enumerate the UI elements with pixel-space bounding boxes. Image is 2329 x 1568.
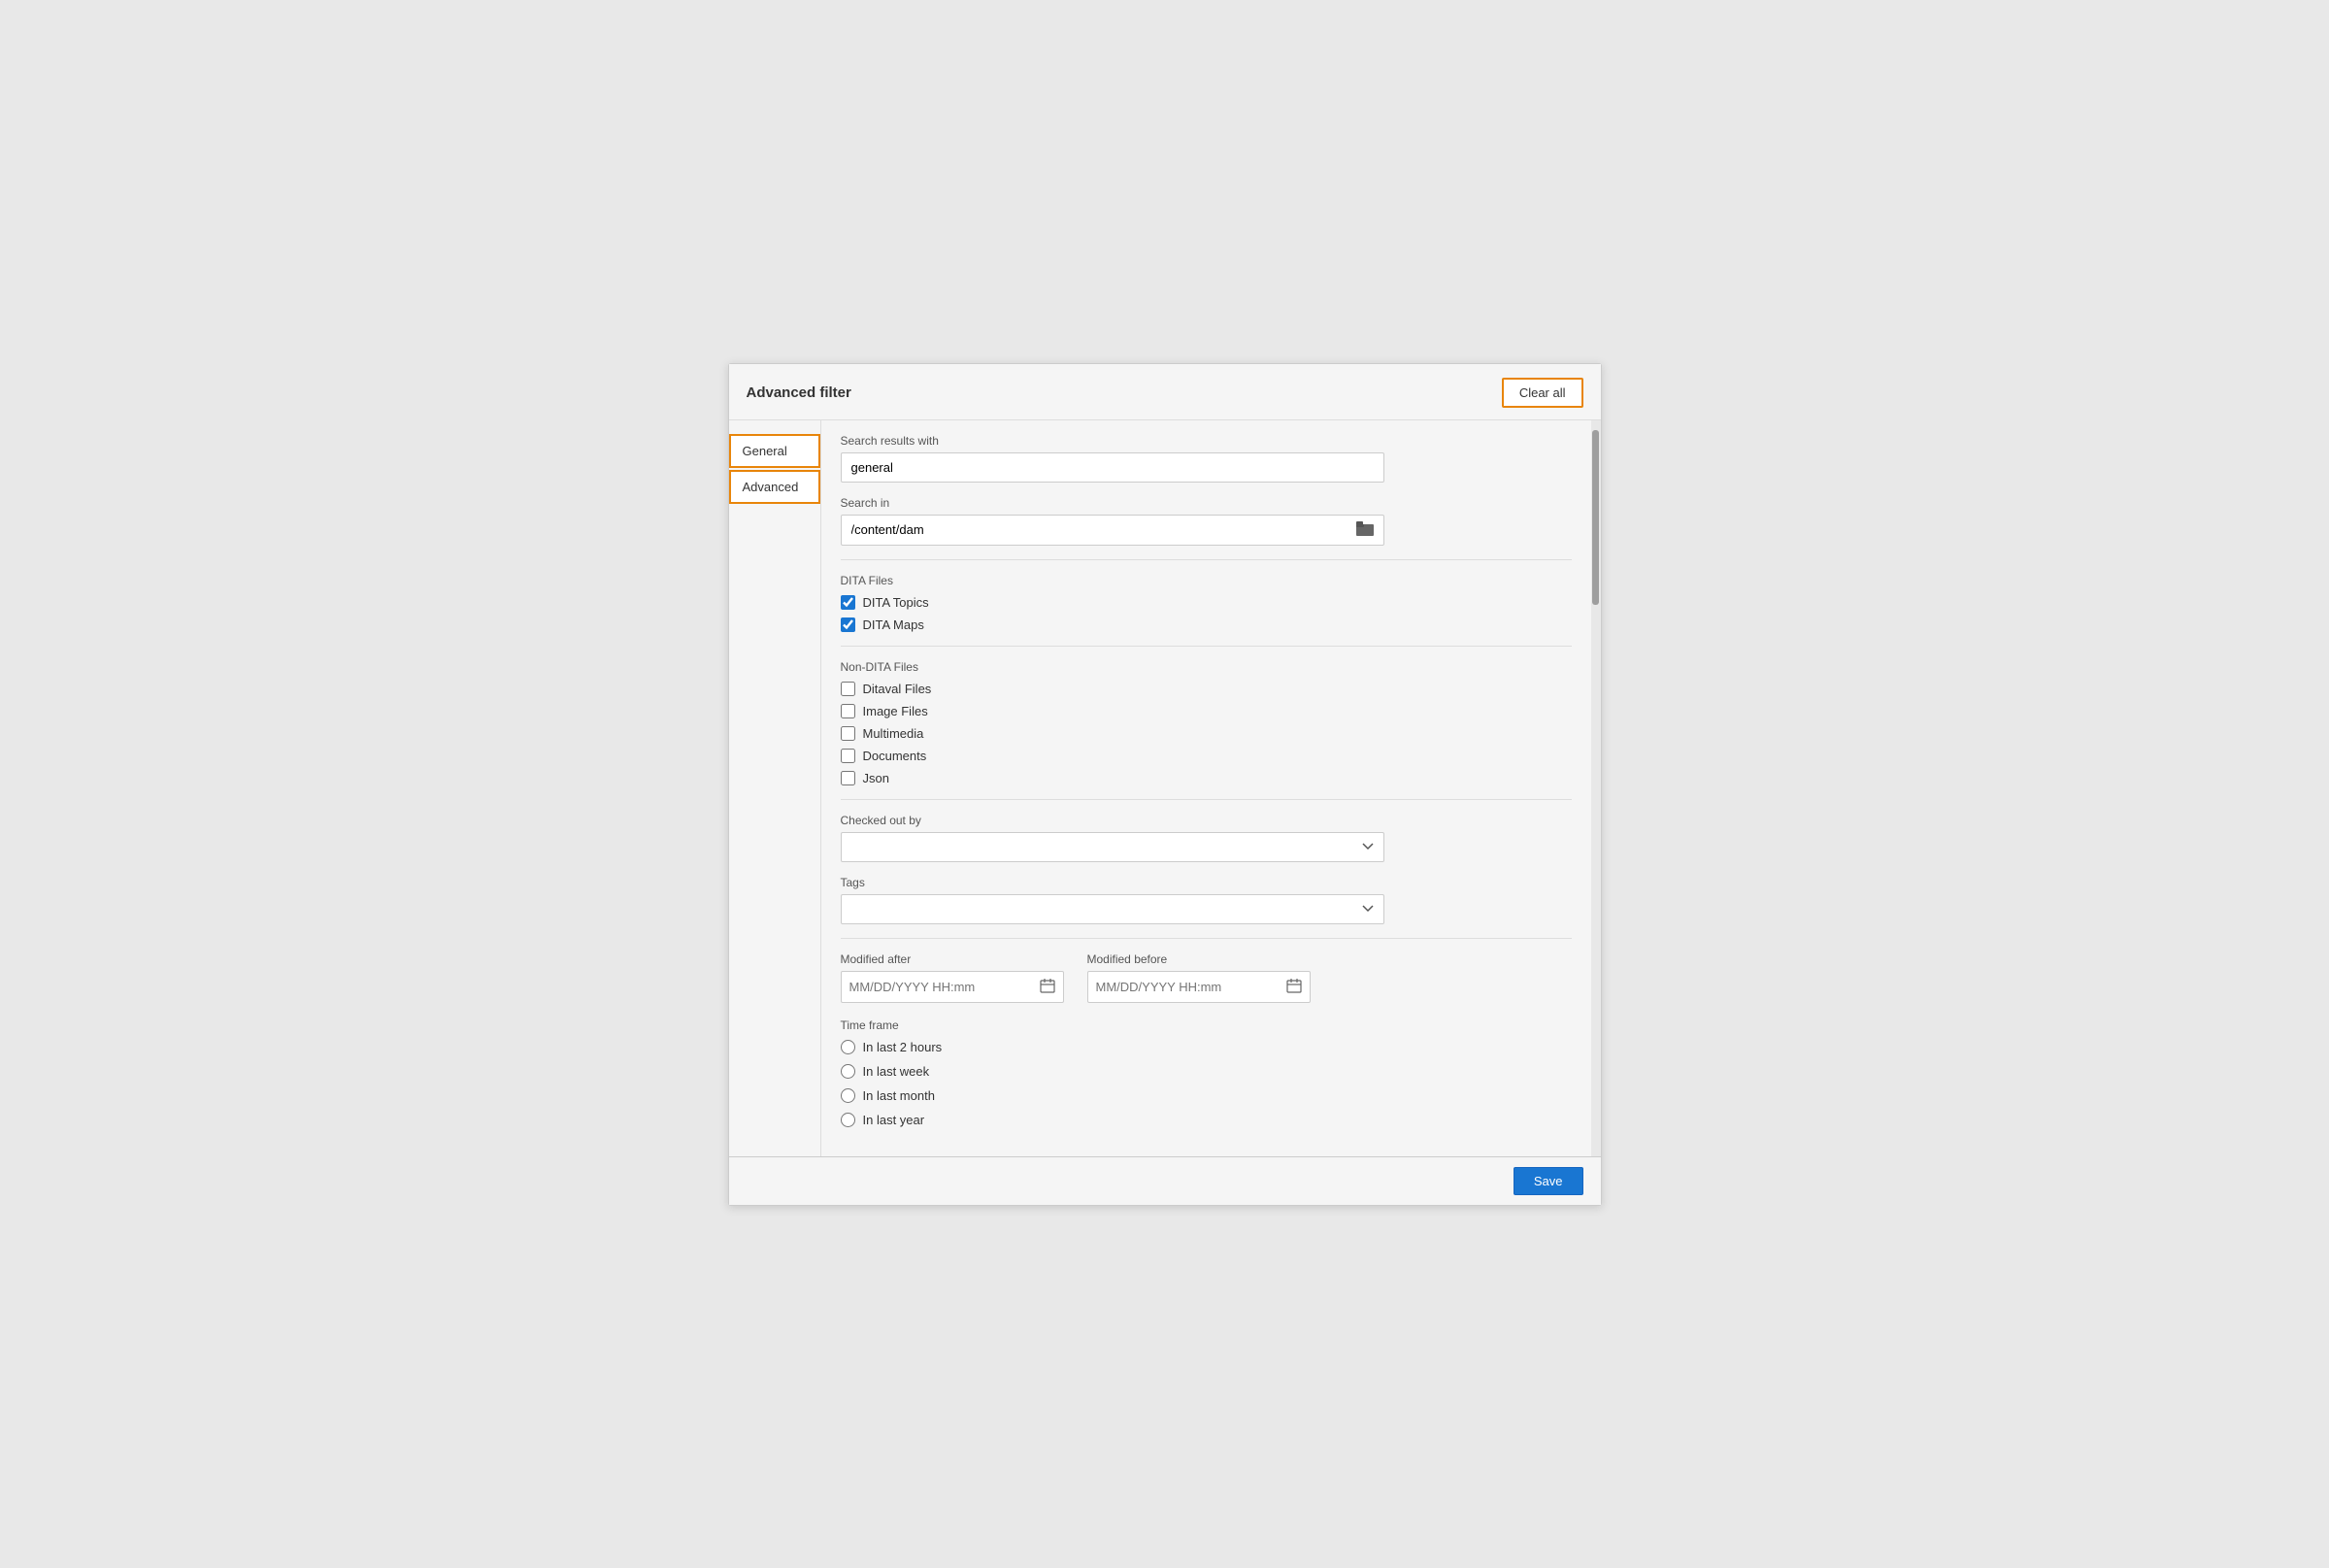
checked-out-by-section: Checked out by xyxy=(841,814,1572,862)
time-frame-month-row: In last month xyxy=(841,1088,1572,1103)
sidebar-item-advanced[interactable]: Advanced xyxy=(729,470,820,504)
scrollbar-thumb[interactable] xyxy=(1592,430,1599,605)
sidebar: General Advanced xyxy=(729,420,821,1156)
dita-files-label: DITA Files xyxy=(841,574,1572,587)
modified-before-input[interactable] xyxy=(1088,973,1279,1001)
date-row: Modified after xyxy=(841,952,1572,1003)
modified-after-field: Modified after xyxy=(841,952,1064,1003)
modal-title: Advanced filter xyxy=(747,384,851,401)
json-row: Json xyxy=(841,771,1572,785)
search-in-input[interactable] xyxy=(842,516,1347,544)
time-frame-year-label: In last year xyxy=(863,1113,925,1127)
time-frame-month-label: In last month xyxy=(863,1088,935,1103)
time-frame-2hours-label: In last 2 hours xyxy=(863,1040,943,1054)
dita-topics-checkbox[interactable] xyxy=(841,595,855,610)
scrollbar xyxy=(1591,420,1601,1156)
save-button[interactable]: Save xyxy=(1514,1167,1583,1195)
tags-label: Tags xyxy=(841,876,1572,889)
time-frame-week-row: In last week xyxy=(841,1064,1572,1079)
dita-topics-label: DITA Topics xyxy=(863,595,929,610)
ditaval-checkbox[interactable] xyxy=(841,682,855,696)
calendar-icon-2 xyxy=(1286,978,1302,993)
sidebar-item-general[interactable]: General xyxy=(729,434,820,468)
multimedia-label: Multimedia xyxy=(863,726,924,741)
modal-footer: Save xyxy=(729,1156,1601,1205)
clear-all-button[interactable]: Clear all xyxy=(1502,378,1583,408)
search-results-section: Search results with xyxy=(841,434,1572,483)
modified-after-input-row xyxy=(841,971,1064,1003)
multimedia-checkbox[interactable] xyxy=(841,726,855,741)
time-frame-week-label: In last week xyxy=(863,1064,930,1079)
multimedia-row: Multimedia xyxy=(841,726,1572,741)
modified-after-calendar-button[interactable] xyxy=(1032,972,1063,1002)
time-frame-year-row: In last year xyxy=(841,1113,1572,1127)
ditaval-files-row: Ditaval Files xyxy=(841,682,1572,696)
tags-section: Tags xyxy=(841,876,1572,924)
calendar-icon xyxy=(1040,978,1055,993)
documents-row: Documents xyxy=(841,749,1572,763)
search-in-row xyxy=(841,515,1384,546)
non-dita-files-label: Non-DITA Files xyxy=(841,660,1572,674)
search-results-label: Search results with xyxy=(841,434,1572,448)
time-frame-2hours-radio[interactable] xyxy=(841,1040,855,1054)
scrollbar-track xyxy=(1592,425,1599,1156)
documents-checkbox[interactable] xyxy=(841,749,855,763)
image-files-checkbox[interactable] xyxy=(841,704,855,718)
content-area: Search results with Search in xyxy=(821,420,1591,1156)
search-in-label: Search in xyxy=(841,496,1572,510)
search-in-section: Search in xyxy=(841,496,1572,546)
modified-before-field: Modified before xyxy=(1087,952,1311,1003)
folder-browse-button[interactable] xyxy=(1347,516,1383,545)
image-files-row: Image Files xyxy=(841,704,1572,718)
dita-maps-checkbox[interactable] xyxy=(841,617,855,632)
image-files-label: Image Files xyxy=(863,704,928,718)
modified-after-input[interactable] xyxy=(842,973,1032,1001)
advanced-filter-modal: Advanced filter Clear all General Advanc… xyxy=(728,363,1602,1206)
ditaval-label: Ditaval Files xyxy=(863,682,932,696)
non-dita-files-section: Non-DITA Files Ditaval Files Image Files… xyxy=(841,660,1572,785)
checked-out-by-label: Checked out by xyxy=(841,814,1572,827)
modified-before-calendar-button[interactable] xyxy=(1279,972,1310,1002)
tags-select[interactable] xyxy=(841,894,1384,924)
dita-topics-row: DITA Topics xyxy=(841,595,1572,610)
time-frame-section: Time frame In last 2 hours In last week … xyxy=(841,1018,1572,1127)
dita-files-section: DITA Files DITA Topics DITA Maps xyxy=(841,574,1572,632)
modal-body: General Advanced Search results with Sea… xyxy=(729,420,1601,1156)
json-checkbox[interactable] xyxy=(841,771,855,785)
time-frame-label: Time frame xyxy=(841,1018,1572,1032)
folder-icon xyxy=(1356,521,1374,536)
modal-header: Advanced filter Clear all xyxy=(729,364,1601,420)
time-frame-week-radio[interactable] xyxy=(841,1064,855,1079)
modified-before-input-row xyxy=(1087,971,1311,1003)
modified-before-label: Modified before xyxy=(1087,952,1311,966)
dita-maps-label: DITA Maps xyxy=(863,617,924,632)
checked-out-by-select[interactable] xyxy=(841,832,1384,862)
time-frame-month-radio[interactable] xyxy=(841,1088,855,1103)
search-results-input[interactable] xyxy=(841,452,1384,483)
modified-after-label: Modified after xyxy=(841,952,1064,966)
documents-label: Documents xyxy=(863,749,927,763)
dita-maps-row: DITA Maps xyxy=(841,617,1572,632)
json-label: Json xyxy=(863,771,889,785)
time-frame-year-radio[interactable] xyxy=(841,1113,855,1127)
time-frame-2hours-row: In last 2 hours xyxy=(841,1040,1572,1054)
